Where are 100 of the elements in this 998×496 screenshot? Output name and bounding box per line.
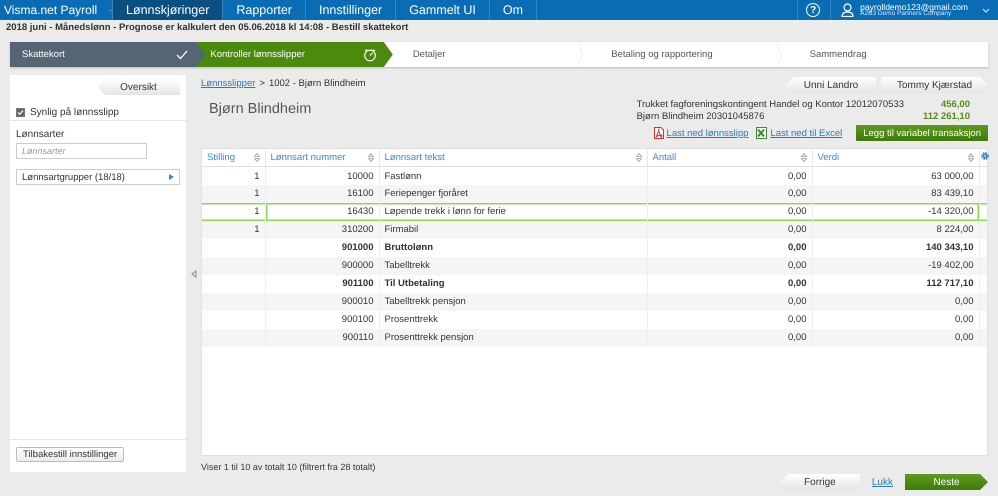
table-cell: 8 224,00 (936, 224, 974, 236)
back-button[interactable]: Oversikt (97, 79, 180, 95)
table-cell: 0,00 (955, 314, 974, 326)
wizard-step[interactable]: Skattekort (10, 42, 196, 67)
table-cell: Prosenttrekk pensjon (384, 332, 474, 344)
table-cell: 0,00 (788, 242, 806, 254)
column-header[interactable]: Antall (652, 152, 676, 164)
next-button[interactable]: Neste (905, 474, 988, 490)
table-cell: 0,00 (788, 332, 806, 344)
table-row[interactable]: 1 16100 Feriepenger fjoråret 0,00 83 439,10 (202, 184, 987, 203)
payment-text: Bjørn Blindheim 20301045876 (636, 111, 766, 122)
table-cell: Firmabil (384, 224, 418, 236)
add-transaction-button[interactable]: Legg til variabel transaksjon (856, 125, 988, 141)
wizard-step[interactable]: Betaling og rapportering (591, 42, 790, 67)
table-cell: 83 439,10 (931, 188, 974, 200)
table-status: Viser 1 til 10 av totalt 10 (filtrert fra 28 totalt) (201, 462, 376, 472)
table-cell: 1 (254, 206, 260, 218)
table-cell: 900000 (342, 260, 374, 272)
table-cell: 0,00 (955, 332, 974, 344)
pdf-icon (654, 127, 664, 139)
table-cell: Prosenttrekk (384, 314, 438, 326)
search-field[interactable]: Lønnsarter (16, 143, 147, 159)
table-row[interactable]: 900000 Tabelltrekk 0,00 -19 402,00 (202, 256, 987, 275)
sort-icon[interactable] (254, 153, 260, 162)
column-header[interactable]: Lønnsart nummer (270, 152, 346, 164)
check-icon (176, 50, 188, 60)
table-cell: 0,00 (788, 260, 806, 272)
app-title: Visma.net Payroll (4, 3, 98, 17)
table-cell: 0,00 (788, 188, 806, 200)
table-cell: 1 (254, 170, 260, 182)
sort-icon[interactable] (368, 153, 374, 162)
sort-icon[interactable] (636, 153, 642, 162)
table-row[interactable]: 900110 Prosenttrekk pensjon 0,00 0,00 (202, 328, 987, 347)
table-cell: Til Utbetaling (384, 278, 444, 290)
previous-button[interactable]: Forrige (780, 474, 860, 490)
nav-tab[interactable]: Lønnskjøringer (113, 0, 224, 20)
settings-icon[interactable] (980, 152, 988, 160)
download-link[interactable]: Last ned lønnsslipp (666, 128, 748, 138)
user-email: payrolldemo123@gmail.com (860, 2, 968, 11)
column-header[interactable]: Verdi (818, 152, 840, 164)
employee-name: Bjørn Blindheim (209, 101, 312, 117)
table-cell: 1 (254, 188, 260, 200)
reset-button[interactable]: Tilbakestill innstillinger (16, 447, 124, 462)
close-link[interactable]: Lukk (872, 476, 893, 488)
help-button[interactable]: ? (806, 3, 820, 17)
clock-icon (362, 48, 377, 62)
wizard-step[interactable]: Kontroller lønnsslipper (196, 42, 393, 67)
column-header[interactable]: Stilling (207, 152, 235, 164)
sort-icon[interactable] (800, 153, 806, 162)
checkbox[interactable] (16, 108, 25, 117)
wizard-step[interactable]: Sammendrag (790, 42, 988, 67)
breadcrumb-link[interactable]: Lønnsslipper (201, 78, 256, 89)
nav-tab[interactable]: Om (490, 0, 538, 20)
caret-icon[interactable] (982, 8, 990, 12)
table-cell: Tabelltrekk pensjon (384, 296, 466, 308)
table-cell: 10000 (347, 170, 374, 182)
table-cell: 0,00 (955, 296, 974, 308)
previous-employee-button[interactable]: Unni Landro (786, 77, 876, 93)
table-cell: 112 717,10 (926, 278, 974, 290)
payment-amount: 456,00 (940, 99, 970, 110)
triangle-icon (169, 174, 174, 180)
breadcrumb-current: 1002 - Bjørn Blindheim (268, 78, 366, 89)
group-dropdown[interactable]: Lønnsartgrupper (18/18) (16, 169, 180, 185)
table-cell: 900010 (342, 296, 374, 308)
download-link[interactable]: Last ned til Excel (770, 128, 842, 138)
table-cell: 16430 (347, 206, 374, 218)
nav-tab[interactable]: Rapporter (223, 0, 306, 20)
payment-amount: 112 261,10 (922, 111, 970, 122)
table-cell: -19 402,00 (928, 260, 974, 272)
collapse-icon[interactable] (190, 270, 196, 278)
table-cell: Feriepenger fjoråret (384, 188, 468, 200)
table-cell: 1 (254, 224, 260, 236)
table-cell: Fastlønn (384, 170, 422, 182)
table-cell: Bruttolønn (384, 242, 434, 254)
table-cell: 0,00 (788, 224, 806, 236)
table-cell: 900110 (342, 332, 374, 344)
next-employee-button[interactable]: Tommy Kjærstad (881, 77, 988, 93)
table-cell: Løpende trekk i lønn for ferie (384, 206, 506, 218)
nav-tab[interactable]: Innstillinger (306, 0, 396, 20)
table-row[interactable]: 900010 Tabelltrekk pensjon 0,00 0,00 (202, 292, 987, 311)
table-cell: 0,00 (788, 278, 806, 290)
table-cell: -14 320,00 (928, 206, 974, 218)
wizard-step[interactable]: Detaljer (392, 42, 592, 67)
table-cell: 16100 (347, 188, 374, 200)
sort-icon[interactable] (968, 153, 974, 162)
column-header[interactable]: Lønnsart tekst (384, 152, 445, 164)
table-cell: 900100 (342, 314, 374, 326)
table-row[interactable]: 1 16430 Løpende trekk i lønn for ferie 0,00 -14 320,00 (202, 202, 987, 221)
table-row[interactable]: 1 310200 Firmabil 0,00 8 224,00 (202, 220, 987, 239)
spreadsheet-icon (756, 127, 768, 139)
table-cell: 63 000,00 (931, 170, 974, 182)
table-cell: 901000 (342, 242, 374, 254)
table-cell: 0,00 (788, 296, 806, 308)
breadcrumb-separator: > (259, 78, 265, 89)
table-cell: Tabelltrekk (384, 260, 430, 272)
user-icon[interactable] (841, 3, 854, 17)
nav-tab[interactable]: Gammelt UI (396, 0, 490, 20)
field-label: Lønnsarter (16, 129, 66, 140)
table-cell: 0,00 (788, 170, 806, 182)
table-cell: 310200 (342, 224, 374, 236)
